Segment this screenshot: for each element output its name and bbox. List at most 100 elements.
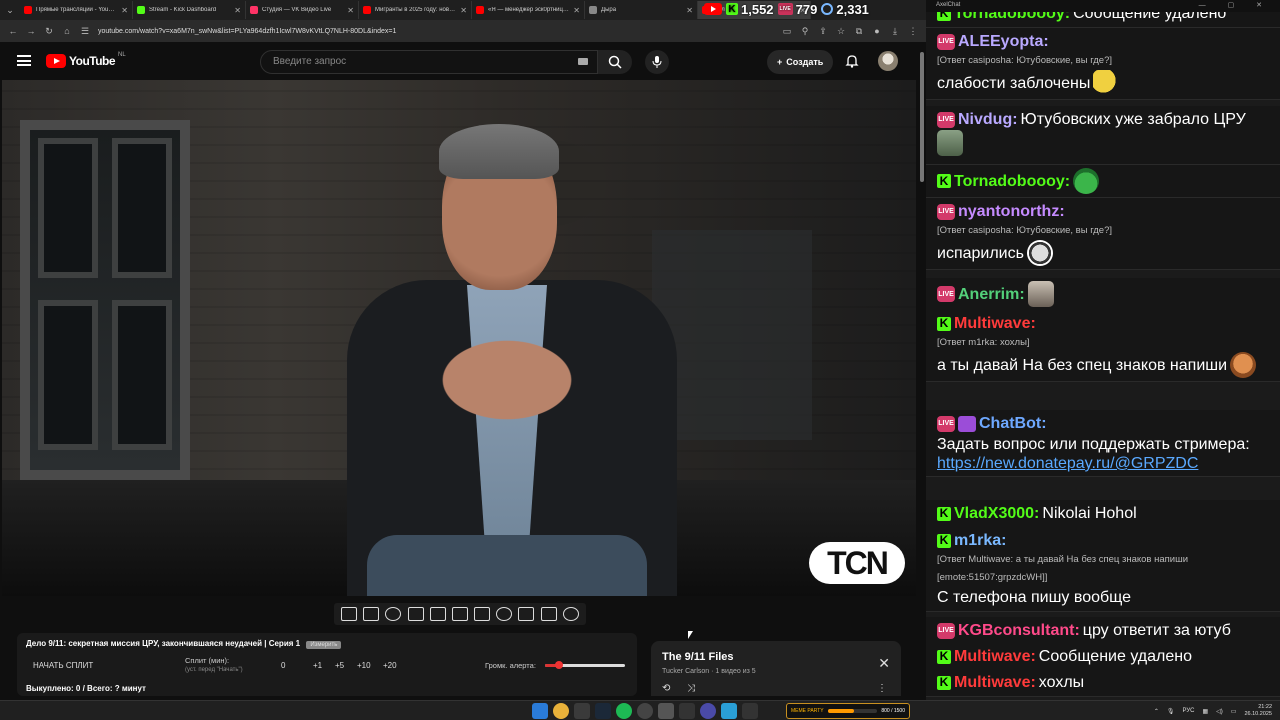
- more-options-icon[interactable]: ⋮: [877, 683, 887, 694]
- clapperboard-icon[interactable]: [429, 607, 446, 621]
- tab-title: Дыра: [601, 7, 617, 13]
- sort-icon[interactable]: [363, 607, 380, 621]
- chevron-up-icon[interactable]: ⌃: [1154, 708, 1159, 715]
- chat-username[interactable]: ChatBot:: [979, 413, 1047, 434]
- media-player-icon[interactable]: [700, 703, 716, 719]
- chat-username[interactable]: Anerrim:: [958, 284, 1025, 305]
- viewer-person-icon: [821, 3, 834, 15]
- speed-gauge-icon[interactable]: [496, 607, 513, 621]
- chrome-icon[interactable]: [553, 703, 569, 719]
- tab-list-chevron-icon[interactable]: ⌄: [0, 0, 20, 20]
- screenshot-camera-icon[interactable]: [540, 607, 557, 621]
- file-explorer-icon[interactable]: [574, 703, 590, 719]
- gear-icon[interactable]: [562, 607, 579, 621]
- start-split-button[interactable]: НАЧАТЬ СПЛИТ: [33, 661, 93, 670]
- window-controls[interactable]: — ▢ ✕: [1199, 1, 1272, 9]
- chat-username[interactable]: ALEEyopta:: [958, 31, 1049, 52]
- vk-live-icon: LIVE: [777, 3, 793, 15]
- shuffle-icon[interactable]: ⤨: [687, 683, 695, 694]
- url-field[interactable]: youtube.com/watch?v=xa6M7n_swNw&list=PLY…: [98, 28, 774, 35]
- loop-icon[interactable]: [341, 607, 358, 621]
- volume-icon[interactable]: ◁): [1216, 708, 1223, 715]
- youtube-logo[interactable]: YouTube NL: [46, 52, 126, 68]
- chat-username[interactable]: Tornadobooоy:: [954, 171, 1070, 192]
- back-icon[interactable]: ←: [8, 26, 18, 36]
- keyboard-icon[interactable]: [578, 58, 588, 65]
- tab-close-icon[interactable]: ✕: [234, 6, 241, 15]
- page-scrollbar[interactable]: [918, 42, 926, 696]
- battery-icon[interactable]: ▭: [1231, 708, 1237, 715]
- start-windows-icon[interactable]: [532, 703, 548, 719]
- reload-icon[interactable]: ↻: [44, 26, 54, 37]
- split-value-0[interactable]: 0: [281, 661, 285, 670]
- cast-icon[interactable]: ▭: [782, 26, 792, 37]
- zoom-icon[interactable]: ⚲: [800, 26, 810, 37]
- playlist-title[interactable]: The 9/11 Files: [662, 651, 890, 663]
- site-info-icon[interactable]: ☰: [80, 26, 90, 37]
- tab-close-icon[interactable]: ✕: [121, 6, 128, 15]
- browser-tab[interactable]: Дыра ✕: [585, 1, 698, 19]
- pip-icon[interactable]: [451, 607, 468, 621]
- app-icon[interactable]: [658, 703, 674, 719]
- bookmark-star-icon[interactable]: ☆: [836, 26, 846, 37]
- browser-tab[interactable]: «Я — менеджер эск0ртниц»... ✕: [472, 1, 585, 19]
- measure-badge[interactable]: Измерить: [306, 641, 342, 649]
- chat-message: LIVE ALEEyopta: [Ответ casiposha: Ютубовск…: [926, 28, 1280, 100]
- voice-search-button[interactable]: [645, 50, 669, 74]
- guide-menu-icon[interactable]: [17, 55, 31, 66]
- split-add-1-button[interactable]: +1: [313, 661, 322, 670]
- share-icon[interactable]: ⇪: [818, 26, 828, 37]
- split-add-20-button[interactable]: +20: [383, 661, 397, 670]
- split-add-5-button[interactable]: +5: [335, 661, 344, 670]
- alert-volume-slider[interactable]: [545, 661, 625, 669]
- donate-link[interactable]: https://new.donatepay.ru/@GRPZDC: [937, 455, 1198, 472]
- search-input[interactable]: Введите запрос: [260, 50, 598, 74]
- create-button[interactable]: + Создать: [767, 50, 834, 74]
- menu-dots-icon[interactable]: ⋮: [908, 26, 918, 37]
- input-language[interactable]: РУС: [1182, 708, 1194, 714]
- browser-tab[interactable]: Stream - Kick Dashboard ✕: [133, 1, 246, 19]
- browser-tab[interactable]: Прямые трансляции - YouTube ✕: [20, 1, 133, 19]
- browser-tab[interactable]: Студия — VK Видео Live ✕: [246, 1, 359, 19]
- video-player[interactable]: TCN: [2, 80, 916, 596]
- clock[interactable]: 21:22 26.10.2025: [1244, 704, 1272, 718]
- spotify-icon[interactable]: [616, 703, 632, 719]
- split-add-10-button[interactable]: +10: [357, 661, 371, 670]
- slider-knob[interactable]: [555, 661, 564, 669]
- account-avatar[interactable]: [878, 51, 898, 71]
- tab-close-icon[interactable]: ✕: [686, 6, 693, 15]
- steam-icon[interactable]: [595, 703, 611, 719]
- chat-username[interactable]: VladX3000:: [954, 503, 1039, 524]
- chat-username[interactable]: Multiwave:: [954, 313, 1036, 334]
- home-icon[interactable]: ⌂: [62, 26, 72, 36]
- tab-close-icon[interactable]: ✕: [347, 6, 354, 15]
- obs-icon[interactable]: [637, 703, 653, 719]
- search-button[interactable]: [598, 50, 632, 74]
- video-settings-icon[interactable]: [407, 607, 424, 621]
- chat-username[interactable]: nyantonorthz:: [958, 201, 1065, 222]
- film-icon[interactable]: [474, 607, 491, 621]
- tcn-watermark: TCN: [809, 542, 905, 584]
- terminal-icon[interactable]: [679, 703, 695, 719]
- tab-close-icon[interactable]: ✕: [573, 6, 580, 15]
- close-icon[interactable]: ✕: [878, 655, 890, 672]
- add-clip-icon[interactable]: [518, 607, 535, 621]
- chat-username[interactable]: Multiwave:: [954, 672, 1036, 693]
- download-icon[interactable]: ⤓: [890, 26, 900, 37]
- notifications-bell-icon[interactable]: [845, 54, 859, 68]
- chat-username[interactable]: Nivdug:: [958, 109, 1018, 130]
- microphone-tray-icon[interactable]: 🎙: [1167, 708, 1175, 715]
- audio-wave-icon[interactable]: [385, 607, 402, 621]
- browser-tab[interactable]: Мигранты в 2025 году: новы... ✕: [359, 1, 472, 19]
- playlist-loop-icon[interactable]: ⟲: [662, 683, 670, 694]
- chat-username[interactable]: m1rka:: [954, 530, 1006, 551]
- chat-username[interactable]: KGBconsultant:: [958, 620, 1080, 641]
- network-icon[interactable]: ▦: [1203, 708, 1209, 715]
- profile-icon[interactable]: ●: [872, 26, 882, 36]
- chat-app-icon[interactable]: [742, 703, 758, 719]
- chat-username[interactable]: Multiwave:: [954, 646, 1036, 667]
- extensions-icon[interactable]: ⧉: [854, 26, 864, 37]
- forward-icon[interactable]: →: [26, 26, 36, 36]
- telegram-icon[interactable]: [721, 703, 737, 719]
- tab-close-icon[interactable]: ✕: [460, 6, 467, 15]
